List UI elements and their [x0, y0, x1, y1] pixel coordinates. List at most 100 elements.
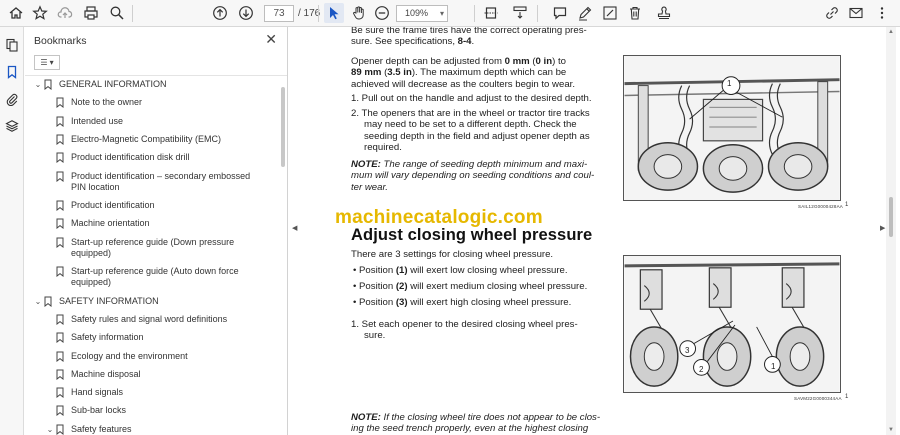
bookmark-item[interactable]: Sub-bar locks [25, 405, 280, 417]
zoom-level-select[interactable]: 109% ▾ [396, 5, 448, 22]
page-thumbnails-icon[interactable] [3, 36, 21, 54]
pen-draw-icon[interactable] [575, 3, 595, 23]
document-scrollbar[interactable]: ▲ ▼ [886, 27, 896, 435]
bookmark-item[interactable]: Start-up reference guide (Down pressure … [25, 237, 280, 259]
scroll-up-icon[interactable]: ▲ [888, 29, 894, 35]
main-toolbar: 73 / 176 109% ▾ [0, 0, 900, 27]
bullet-position-2: • Position (2) will exert medium closing… [353, 281, 588, 292]
scroll-down-icon[interactable]: ▼ [888, 427, 894, 433]
more-options-icon[interactable] [872, 3, 892, 23]
list-options-icon: ☰ [40, 58, 48, 67]
close-icon[interactable]: ✕ [265, 31, 277, 48]
bookmark-star-icon[interactable] [30, 3, 50, 23]
bookmark-item[interactable]: Product identification [25, 200, 280, 211]
next-page-icon[interactable] [236, 3, 256, 23]
chevron-down-icon[interactable]: ⌄ [33, 296, 43, 307]
page-fit-icon[interactable] [481, 3, 501, 23]
intro-text: There are 3 settings for closing wheel p… [351, 249, 554, 260]
bookmark-item[interactable]: ⌄ Safety features [25, 424, 280, 435]
cloud-upload-icon[interactable] [55, 3, 75, 23]
chevron-down-icon: ▾ [49, 58, 54, 67]
bookmark-icon [56, 405, 64, 417]
attachments-icon[interactable] [3, 90, 21, 108]
expand-right-icon[interactable]: ▶ [880, 224, 885, 232]
chevron-down-icon[interactable]: ⌄ [33, 79, 43, 90]
bullet-position-1: • Position (1) will exert low closing wh… [353, 265, 568, 276]
bookmarks-scrollbar[interactable] [281, 87, 285, 167]
bookmarks-panel-title: Bookmarks [34, 35, 87, 47]
bookmark-section[interactable]: ⌄ SAFETY INFORMATION [25, 296, 280, 307]
bookmark-item[interactable]: Safety information [25, 332, 280, 344]
comment-icon[interactable] [550, 3, 570, 23]
bookmark-icon [56, 332, 64, 344]
zoom-out-icon[interactable] [372, 3, 392, 23]
hand-tool-icon[interactable] [349, 3, 369, 23]
bookmark-item[interactable]: Hand signals [25, 387, 280, 399]
step-1: 1. Pull out on the handle and adjust to … [351, 93, 592, 104]
zoom-search-icon[interactable] [107, 3, 127, 23]
bookmarks-panel-icon[interactable] [3, 63, 21, 81]
bookmark-section[interactable]: ⌄ GENERAL INFORMATION [25, 79, 280, 90]
page-count: / 176 [298, 8, 321, 19]
bookmark-label: Hand signals [71, 387, 124, 398]
delete-icon[interactable] [625, 3, 645, 23]
print-icon[interactable] [81, 3, 101, 23]
chevron-down-icon[interactable]: ⌄ [45, 424, 55, 435]
bookmark-item[interactable]: Note to the owner [25, 97, 280, 109]
bookmark-item[interactable]: Product identification – secondary embos… [25, 171, 280, 193]
layers-icon[interactable] [3, 117, 21, 135]
bookmark-label: Intended use [71, 115, 124, 126]
pdf-page: Be sure the frame tires have the correct… [300, 27, 878, 435]
bookmark-label: Product identification disk drill [71, 152, 190, 163]
bookmark-label: Safety rules and signal word definitions [71, 313, 228, 324]
scrolling-mode-icon[interactable] [510, 3, 530, 23]
bookmark-item[interactable]: Machine orientation [25, 218, 280, 230]
bookmark-item[interactable]: Safety rules and signal word definitions [25, 314, 280, 325]
text-line: sure. See specifications, 8-4. [351, 36, 475, 47]
bookmark-icon [56, 218, 64, 230]
bookmark-label: Machine orientation [71, 218, 150, 229]
highlight-icon[interactable] [600, 3, 620, 23]
figure-2-reference: SAVM22G0000344AA [794, 396, 842, 401]
bookmark-icon [56, 237, 64, 248]
bookmark-item[interactable]: Product identification disk drill [25, 152, 280, 164]
stamp-icon[interactable] [654, 3, 674, 23]
scrollbar-thumb[interactable] [889, 197, 893, 237]
bookmark-icon [56, 369, 64, 380]
email-icon[interactable] [846, 3, 866, 23]
bookmarks-panel: Bookmarks ✕ ☰ ▾ ⌄ GENERAL INFORMATION Note … [25, 27, 288, 435]
bookmark-icon [44, 296, 52, 307]
bookmark-item[interactable]: Machine disposal [25, 369, 280, 380]
bookmark-icon [56, 424, 64, 435]
home-icon[interactable] [6, 3, 26, 23]
bookmark-label: SAFETY INFORMATION [59, 295, 159, 306]
figure-1-callout: 1 [727, 79, 732, 88]
paragraph-opener-depth: Opener depth can be adjusted from 0 mm (… [351, 56, 575, 90]
bookmark-icon [44, 79, 52, 90]
note-closing-wheel: NOTE: If the closing wheel tire does not… [351, 412, 601, 435]
figure-2-number: 1 [845, 394, 849, 400]
bookmark-label: Note to the owner [71, 97, 143, 108]
bookmark-options-button[interactable]: ☰ ▾ [34, 55, 60, 70]
bookmark-item[interactable]: Ecology and the environment [25, 351, 280, 362]
bookmark-icon [56, 152, 64, 164]
bookmark-icon [56, 387, 64, 399]
bookmark-item[interactable]: Electro-Magnetic Compatibility (EMC) [25, 134, 280, 145]
bookmark-item[interactable]: Start-up reference guide (Auto down forc… [25, 266, 280, 288]
link-sign-icon[interactable] [822, 3, 842, 23]
bookmark-label: Safety information [71, 332, 144, 343]
page-number-input[interactable]: 73 [264, 5, 294, 22]
select-cursor-icon[interactable] [324, 3, 344, 23]
previous-page-icon[interactable] [210, 3, 230, 23]
collapse-left-icon[interactable]: ◀ [292, 224, 297, 232]
bookmark-item[interactable]: Intended use [25, 116, 280, 127]
bookmark-icon [56, 171, 64, 182]
